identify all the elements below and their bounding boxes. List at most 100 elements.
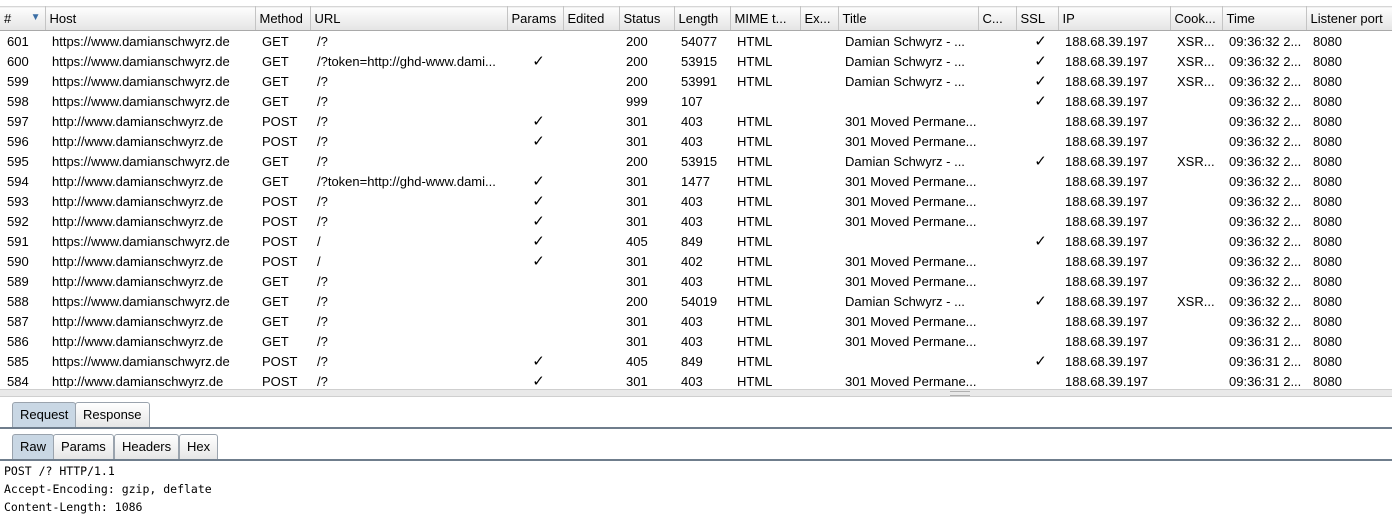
column-header-label: Time bbox=[1226, 11, 1255, 26]
table-row[interactable]: 595 https://www.damianschwyrz.de GET /? 200 5… bbox=[0, 151, 1392, 171]
table-row[interactable]: 587 http://www.damianschwyrz.de GET /? 301 40… bbox=[0, 311, 1392, 331]
cell-method: POST bbox=[262, 253, 298, 269]
cell-title bbox=[838, 231, 978, 251]
column-header-host[interactable]: Host bbox=[45, 6, 256, 31]
tab-request[interactable]: Request bbox=[12, 402, 77, 427]
table-row[interactable]: 593 http://www.damianschwyrz.de POST /? ✓ 301… bbox=[0, 191, 1392, 211]
cell-comment bbox=[978, 151, 1016, 171]
history-table[interactable]: # ▼ Host Method URL Params Edited Status Length M… bbox=[0, 6, 1392, 388]
cell-method: GET bbox=[262, 333, 289, 349]
table-row[interactable]: 596 http://www.damianschwyrz.de POST /? ✓ 301… bbox=[0, 131, 1392, 151]
cell-method: GET bbox=[262, 33, 289, 49]
table-row[interactable]: 597 http://www.damianschwyrz.de POST /? ✓ 301… bbox=[0, 111, 1392, 131]
cell-ip: 188.68.39.197 bbox=[1065, 153, 1149, 169]
table-row[interactable]: 592 http://www.damianschwyrz.de POST /? ✓ 301… bbox=[0, 211, 1392, 231]
cell-num: 600 bbox=[7, 53, 29, 69]
column-header-cookies[interactable]: Cook... bbox=[1170, 6, 1223, 31]
column-header-time[interactable]: Time bbox=[1222, 6, 1307, 31]
cell-url: /? bbox=[317, 153, 328, 169]
tab-raw[interactable]: Raw bbox=[12, 434, 55, 459]
tab-headers[interactable]: Headers bbox=[114, 434, 180, 459]
column-header-edited[interactable]: Edited bbox=[563, 6, 620, 31]
column-header-title[interactable]: Title bbox=[838, 6, 979, 31]
viewer-tabbar: Raw Params Headers Hex bbox=[0, 430, 1392, 461]
cell-cookies bbox=[1170, 331, 1222, 351]
cell-url: /? bbox=[317, 33, 328, 49]
cell-num: 591 bbox=[7, 233, 29, 249]
cell-params bbox=[507, 31, 563, 52]
raw-request-text[interactable]: POST /? HTTP/1.1 Accept-Encoding: gzip, d… bbox=[4, 462, 212, 516]
cell-params: ✓ bbox=[532, 213, 545, 230]
cell-host: https://www.damianschwyrz.de bbox=[52, 33, 230, 49]
column-header-url[interactable]: URL bbox=[310, 6, 508, 31]
column-header-mime[interactable]: MIME t... bbox=[730, 6, 801, 31]
cell-num: 589 bbox=[7, 273, 29, 289]
cell-num: 597 bbox=[7, 113, 29, 129]
cell-host: https://www.damianschwyrz.de bbox=[52, 73, 230, 89]
cell-title: Damian Schwyrz - ... bbox=[845, 73, 965, 89]
column-header-comment[interactable]: C... bbox=[978, 6, 1017, 31]
cell-ssl bbox=[1016, 111, 1058, 131]
cell-num: 584 bbox=[7, 373, 29, 389]
cell-host: https://www.damianschwyrz.de bbox=[52, 353, 230, 369]
cell-ext bbox=[800, 271, 838, 291]
cell-edited bbox=[563, 151, 619, 171]
cell-mime: HTML bbox=[737, 213, 773, 229]
column-header-num[interactable]: # ▼ bbox=[0, 6, 46, 31]
splitter-grip-icon[interactable] bbox=[950, 391, 970, 396]
tab-hex[interactable]: Hex bbox=[179, 434, 219, 459]
table-row[interactable]: 594 http://www.damianschwyrz.de GET /?token… bbox=[0, 171, 1392, 191]
cell-ip: 188.68.39.197 bbox=[1065, 353, 1149, 369]
column-header-params[interactable]: Params bbox=[507, 6, 564, 31]
cell-length: 402 bbox=[681, 253, 703, 269]
table-row[interactable]: 598 https://www.damianschwyrz.de GET /? 999 1… bbox=[0, 91, 1392, 111]
column-header-port[interactable]: Listener port bbox=[1306, 6, 1392, 31]
table-row[interactable]: 591 https://www.damianschwyrz.de POST / ✓ 405… bbox=[0, 231, 1392, 251]
table-row[interactable]: 588 https://www.damianschwyrz.de GET /? 200 5… bbox=[0, 291, 1392, 311]
cell-ssl bbox=[1016, 331, 1058, 351]
cell-params: ✓ bbox=[532, 253, 545, 270]
cell-num: 586 bbox=[7, 333, 29, 349]
column-header-length[interactable]: Length bbox=[674, 6, 731, 31]
cell-ip: 188.68.39.197 bbox=[1065, 273, 1149, 289]
cell-num: 598 bbox=[7, 93, 29, 109]
column-header-ip[interactable]: IP bbox=[1058, 6, 1171, 31]
cell-port: 8080 bbox=[1313, 333, 1342, 349]
cell-edited bbox=[563, 251, 619, 271]
table-row[interactable]: 584 http://www.damianschwyrz.de POST /? ✓ 301… bbox=[0, 371, 1392, 388]
cell-ip: 188.68.39.197 bbox=[1065, 333, 1149, 349]
cell-mime: HTML bbox=[737, 113, 773, 129]
table-row[interactable]: 590 http://www.damianschwyrz.de POST / ✓ 301 4… bbox=[0, 251, 1392, 271]
table-header-row: # ▼ Host Method URL Params Edited Status Length M… bbox=[0, 6, 1392, 31]
column-header-ext[interactable]: Ex... bbox=[800, 6, 839, 31]
cell-url: /? bbox=[317, 373, 328, 389]
cell-status: 200 bbox=[626, 33, 648, 49]
tab-response[interactable]: Response bbox=[75, 402, 150, 427]
column-header-method[interactable]: Method bbox=[255, 6, 311, 31]
cell-edited bbox=[563, 331, 619, 351]
pane-splitter[interactable] bbox=[0, 389, 1392, 397]
table-row[interactable]: 589 http://www.damianschwyrz.de GET /? 301 40… bbox=[0, 271, 1392, 291]
cell-edited bbox=[563, 371, 619, 388]
history-grid: # ▼ Host Method URL Params Edited Status Length M… bbox=[0, 6, 1392, 388]
column-header-ssl[interactable]: SSL bbox=[1016, 6, 1059, 31]
cell-host: http://www.damianschwyrz.de bbox=[52, 273, 224, 289]
cell-host: https://www.damianschwyrz.de bbox=[52, 233, 230, 249]
cell-url: /? bbox=[317, 93, 328, 109]
cell-cookies: XSR... bbox=[1177, 293, 1215, 309]
cell-method: POST bbox=[262, 133, 298, 149]
cell-ext bbox=[800, 371, 838, 388]
cell-num: 593 bbox=[7, 193, 29, 209]
column-header-status[interactable]: Status bbox=[619, 6, 675, 31]
cell-port: 8080 bbox=[1313, 193, 1342, 209]
table-row[interactable]: 585 https://www.damianschwyrz.de POST /? ✓ 40… bbox=[0, 351, 1392, 371]
cell-ext bbox=[800, 311, 838, 331]
table-row[interactable]: 600 https://www.damianschwyrz.de GET /?toke… bbox=[0, 51, 1392, 71]
cell-mime: HTML bbox=[737, 33, 773, 49]
table-row[interactable]: 599 https://www.damianschwyrz.de GET /? 200 5… bbox=[0, 71, 1392, 91]
cell-port: 8080 bbox=[1313, 293, 1342, 309]
table-row[interactable]: 601 https://www.damianschwyrz.de GET /? 200 5… bbox=[0, 31, 1392, 52]
cell-ip: 188.68.39.197 bbox=[1065, 293, 1149, 309]
table-row[interactable]: 586 http://www.damianschwyrz.de GET /? 301 40… bbox=[0, 331, 1392, 351]
tab-params[interactable]: Params bbox=[53, 434, 114, 459]
